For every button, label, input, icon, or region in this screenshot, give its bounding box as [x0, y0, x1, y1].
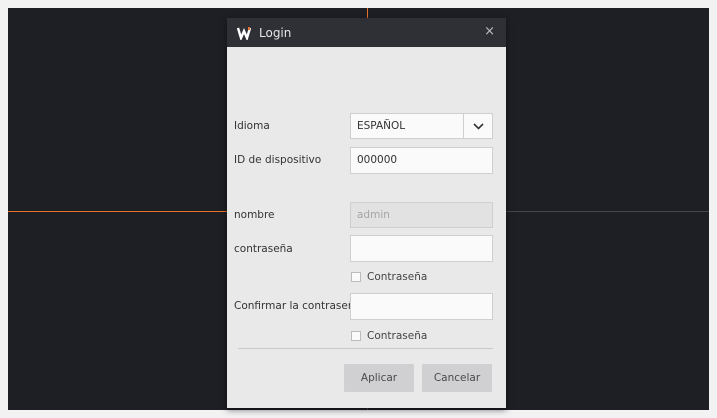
grid-divider-vertical-top — [367, 8, 368, 18]
checkbox-box[interactable] — [351, 331, 361, 341]
close-icon[interactable]: × — [484, 25, 495, 38]
name-label: nombre — [234, 209, 275, 221]
device-id-label: ID de dispositivo — [234, 154, 322, 166]
brand-w-icon — [237, 26, 251, 40]
apply-button[interactable]: Aplicar — [344, 364, 414, 392]
login-dialog: Login × Idioma ESPAÑOL ID de dispositivo… — [227, 18, 506, 408]
show-password-label: Contraseña — [367, 271, 428, 283]
device-id-field[interactable]: 000000 — [350, 147, 493, 174]
name-field: admin — [350, 202, 493, 228]
show-confirm-password-checkbox[interactable]: Contraseña — [351, 330, 427, 342]
grid-divider-horizontal-right — [506, 211, 709, 212]
divider — [238, 348, 493, 349]
show-password-checkbox[interactable]: Contraseña — [351, 271, 427, 283]
chevron-down-icon[interactable] — [463, 114, 492, 138]
show-confirm-password-label: Contraseña — [367, 330, 428, 342]
language-select-value: ESPAÑOL — [357, 120, 406, 132]
checkbox-box[interactable] — [351, 272, 361, 282]
cancel-button[interactable]: Cancelar — [422, 364, 492, 392]
confirm-password-label: Confirmar la contraseña — [234, 300, 361, 312]
confirm-password-field[interactable] — [350, 293, 493, 320]
dialog-titlebar: Login × — [227, 18, 506, 47]
language-label: Idioma — [234, 120, 270, 132]
grid-divider-horizontal-left — [8, 211, 227, 212]
password-field[interactable] — [350, 235, 493, 262]
language-select[interactable]: ESPAÑOL — [350, 113, 493, 139]
dialog-title: Login — [259, 25, 292, 40]
password-label: contraseña — [234, 243, 293, 255]
